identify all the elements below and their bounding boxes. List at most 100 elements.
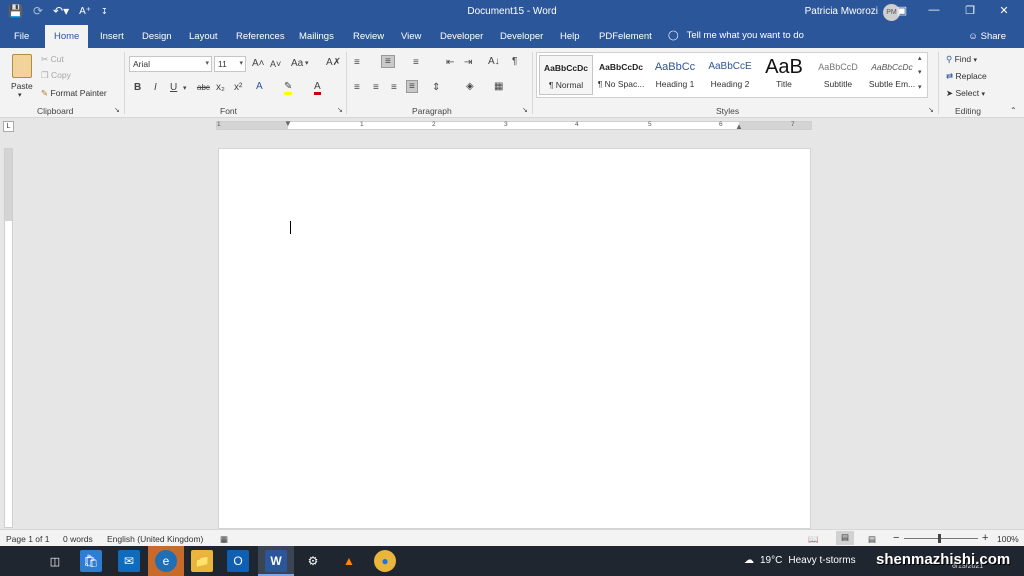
style-subtitle[interactable]: AaBbCcD Subtitle — [811, 55, 865, 95]
font-name-select[interactable]: Arial ▾ — [129, 56, 212, 72]
tab-design[interactable]: Design — [142, 31, 172, 42]
tab-mailings[interactable]: Mailings — [299, 31, 334, 42]
indent-marker-icon[interactable]: ▼ — [284, 119, 292, 128]
style-title[interactable]: AaB Title — [757, 55, 811, 95]
underline-button[interactable]: U — [170, 82, 177, 93]
styles-scroll-up-icon[interactable]: ▴ — [918, 54, 922, 62]
share-button[interactable]: ☺ Share — [968, 31, 1006, 42]
tab-file[interactable]: File — [14, 31, 29, 42]
line-spacing-icon[interactable]: ⇕ — [432, 82, 440, 93]
highlight-color-icon[interactable]: ✎ — [284, 81, 293, 95]
paste-dropdown-icon[interactable]: ▾ — [18, 91, 22, 99]
decrease-indent-icon[interactable]: ⇤ — [446, 57, 454, 68]
sort-icon[interactable]: A↓ — [488, 56, 500, 67]
tab-help[interactable]: Help — [560, 31, 580, 42]
grow-font-icon[interactable]: A˄ — [252, 58, 265, 69]
zoom-slider[interactable] — [904, 538, 978, 539]
language[interactable]: English (United Kingdom) — [107, 534, 203, 544]
tab-pdfelement[interactable]: PDFelement — [599, 31, 652, 42]
mail-icon[interactable]: ✉ — [118, 550, 140, 572]
style-heading-1[interactable]: AaBbCc Heading 1 — [648, 55, 702, 95]
edge-icon[interactable]: e — [155, 550, 177, 572]
read-mode-icon[interactable]: 📖 — [808, 534, 819, 545]
style-heading-2[interactable]: AaBbCcE Heading 2 — [703, 55, 757, 95]
shading-icon[interactable]: ◈ — [466, 81, 474, 92]
tab-home[interactable]: Home — [45, 25, 89, 48]
chrome-icon[interactable]: ● — [374, 550, 396, 572]
tell-me-search[interactable]: ◯ Tell me what you want to do — [668, 30, 804, 41]
replace-button[interactable]: ⇄ Replace — [946, 71, 987, 82]
style-subtle-emphasis[interactable]: AaBbCcDc Subtle Em... — [865, 55, 919, 95]
tab-references[interactable]: References — [236, 31, 285, 42]
styles-scroll-down-icon[interactable]: ▾ — [918, 68, 922, 76]
document-page[interactable] — [218, 148, 811, 529]
paste-button[interactable]: Paste — [11, 81, 33, 91]
font-launcher-icon[interactable]: ↘ — [337, 106, 343, 114]
minimize-icon[interactable]: — — [924, 4, 944, 16]
shrink-font-icon[interactable]: A˅ — [270, 59, 281, 69]
bullets-icon[interactable]: ≡ — [354, 57, 360, 68]
page-count[interactable]: Page 1 of 1 — [6, 534, 49, 544]
tab-review[interactable]: Review — [353, 31, 384, 42]
paste-icon[interactable] — [12, 54, 32, 78]
select-button[interactable]: ➤ Select ▾ — [946, 88, 985, 99]
clipboard-launcher-icon[interactable]: ↘ — [114, 106, 120, 114]
macro-record-icon[interactable]: ▦ — [220, 534, 228, 545]
copy-button[interactable]: ❐ Copy — [41, 70, 71, 81]
web-layout-icon[interactable]: ▤ — [868, 534, 876, 545]
tab-layout[interactable]: Layout — [189, 31, 218, 42]
borders-icon[interactable]: ▦ — [494, 81, 503, 92]
align-center-icon[interactable]: ≡ — [373, 82, 379, 93]
text-effects-icon[interactable]: A — [256, 81, 263, 92]
clear-formatting-icon[interactable]: A✗ — [326, 57, 341, 68]
ribbon-display-options-icon[interactable]: ▣ — [892, 4, 912, 17]
horizontal-ruler[interactable]: 1 1 2 3 4 5 6 7 ▼ ▲ — [216, 119, 812, 131]
word-count[interactable]: 0 words — [63, 534, 93, 544]
subscript-button[interactable]: x₂ — [216, 82, 225, 93]
vlc-icon[interactable]: ▲ — [338, 550, 360, 572]
font-size-select[interactable]: 11 ▾ — [214, 56, 246, 72]
justify-icon[interactable]: ≡ — [406, 80, 418, 93]
word-icon[interactable]: W — [265, 550, 287, 572]
bold-button[interactable]: B — [134, 82, 141, 93]
restore-icon[interactable]: ❐ — [960, 4, 980, 17]
collapse-ribbon-icon[interactable]: ⌃ — [1010, 106, 1017, 115]
chevron-down-icon[interactable]: ▾ — [305, 59, 309, 67]
styles-more-icon[interactable]: ▾ — [918, 83, 922, 91]
user-name[interactable]: Patricia Mworozi — [805, 6, 878, 17]
multilevel-list-icon[interactable]: ≡ — [413, 57, 419, 68]
zoom-slider-thumb[interactable] — [938, 534, 941, 543]
tab-developer[interactable]: Developer — [440, 31, 483, 42]
outlook-icon[interactable]: O — [227, 550, 249, 572]
tab-developer-2[interactable]: Developer — [500, 31, 543, 42]
style-no-spacing[interactable]: AaBbCcDc ¶ No Spac... — [594, 55, 648, 95]
show-formatting-marks-icon[interactable]: ¶ — [512, 56, 517, 67]
task-view-icon[interactable]: ◫ — [44, 550, 66, 572]
zoom-out-button[interactable]: − — [893, 532, 899, 544]
strikethrough-button[interactable]: abc — [197, 83, 210, 92]
cut-button[interactable]: ✂ Cut — [41, 54, 64, 65]
style-normal[interactable]: AaBbCcDc ¶ Normal — [539, 55, 593, 95]
increase-indent-icon[interactable]: ⇥ — [464, 57, 472, 68]
align-right-icon[interactable]: ≡ — [391, 82, 397, 93]
close-icon[interactable]: ✕ — [994, 4, 1014, 17]
numbering-icon[interactable]: ≡ — [381, 55, 395, 68]
zoom-level[interactable]: 100% — [997, 534, 1019, 544]
styles-launcher-icon[interactable]: ↘ — [928, 106, 934, 114]
vertical-ruler[interactable] — [4, 148, 13, 528]
right-indent-marker-icon[interactable]: ▲ — [735, 122, 743, 131]
print-layout-icon[interactable]: ▤ — [836, 531, 854, 545]
format-painter-button[interactable]: ✎ Format Painter — [41, 88, 107, 99]
align-left-icon[interactable]: ≡ — [354, 82, 360, 93]
chevron-down-icon[interactable]: ▾ — [183, 84, 187, 92]
italic-button[interactable]: I — [154, 82, 157, 93]
tab-selector[interactable]: L — [3, 121, 14, 132]
tab-insert[interactable]: Insert — [100, 31, 124, 42]
tab-view[interactable]: View — [401, 31, 421, 42]
paragraph-launcher-icon[interactable]: ↘ — [522, 106, 528, 114]
superscript-button[interactable]: x² — [234, 82, 242, 93]
store-icon[interactable]: 🛍 — [80, 550, 102, 572]
weather-widget[interactable]: ☁ 19°C Heavy t-storms — [744, 555, 856, 566]
settings-icon[interactable]: ⚙ — [302, 550, 324, 572]
file-explorer-icon[interactable]: 📁 — [191, 550, 213, 572]
